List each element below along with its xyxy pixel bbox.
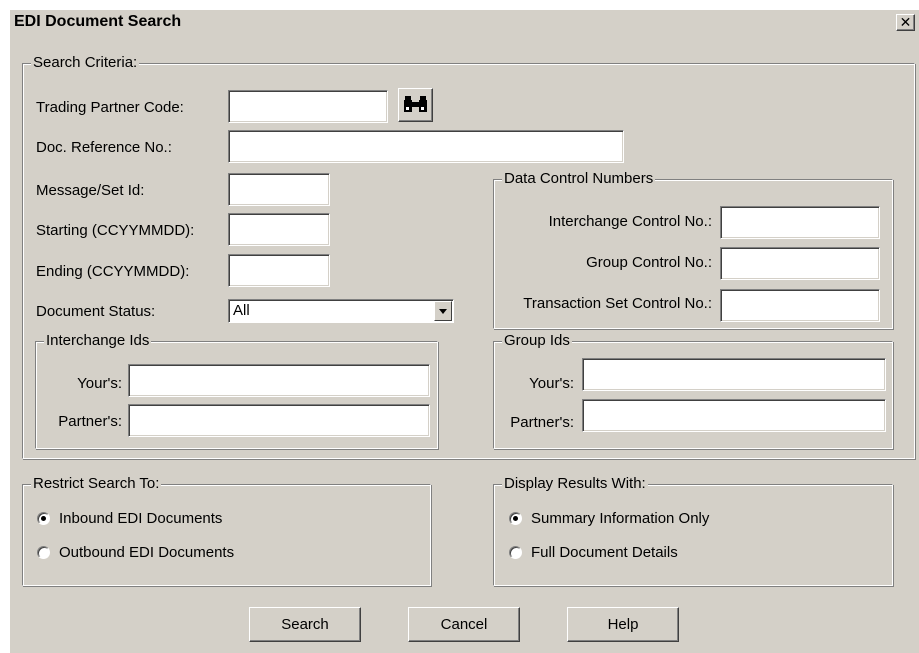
group-yours-label: Your's: [529,375,574,392]
trading-partner-code-input[interactable] [228,90,388,123]
summary-radio[interactable] [509,512,522,525]
ending-date-label: Ending (CCYYMMDD): [36,263,190,280]
doc-reference-no-label: Doc. Reference No.: [36,139,172,156]
inbound-radio[interactable] [37,512,50,525]
doc-reference-no-input[interactable] [228,130,624,163]
interchange-partners-label: Partner's: [58,413,122,430]
inbound-radio-label[interactable]: Inbound EDI Documents [59,509,222,529]
close-button[interactable]: ✕ [896,14,915,31]
outbound-radio-label[interactable]: Outbound EDI Documents [59,543,234,563]
binoculars-icon [404,96,427,112]
message-set-id-input[interactable] [228,173,330,206]
group-partners-label: Partner's: [510,414,574,431]
document-status-label: Document Status: [36,303,156,320]
group-yours-input[interactable] [582,358,886,391]
interchange-yours-label: Your's: [77,375,122,392]
document-status-select[interactable]: All [228,299,454,323]
interchange-partners-input[interactable] [128,404,430,437]
transaction-set-control-no-input[interactable] [720,289,880,322]
group-control-no-input[interactable] [720,247,880,280]
summary-radio-label[interactable]: Summary Information Only [531,509,709,529]
display-results-legend: Display Results With: [502,475,648,493]
interchange-ids-legend: Interchange Ids [44,332,152,350]
group-partners-input[interactable] [582,399,886,432]
interchange-control-no-label: Interchange Control No.: [548,213,712,230]
title-bar[interactable]: EDI Document Search ✕ [10,10,919,34]
edi-document-search-dialog: EDI Document Search ✕ Search Criteria: T… [10,10,919,653]
group-ids-legend: Group Ids [502,332,572,350]
trading-partner-code-label: Trading Partner Code: [36,99,184,116]
data-control-numbers-legend: Data Control Numbers [502,170,656,188]
ending-date-input[interactable] [228,254,330,287]
restrict-search-group: Restrict Search To: [22,475,431,586]
search-criteria-legend: Search Criteria: [31,54,140,72]
interchange-yours-input[interactable] [128,364,430,397]
group-control-no-label: Group Control No.: [586,254,712,271]
chevron-down-icon[interactable] [434,301,452,321]
full-details-radio-label[interactable]: Full Document Details [531,543,678,563]
window-title: EDI Document Search [14,13,182,30]
close-icon: ✕ [899,14,912,30]
transaction-set-control-no-label: Transaction Set Control No.: [523,295,712,312]
search-button[interactable]: Search [249,607,361,642]
document-status-value: All [233,302,250,319]
find-partner-button[interactable] [398,88,433,122]
cancel-button[interactable]: Cancel [408,607,520,642]
display-results-group: Display Results With: [493,475,893,586]
restrict-search-legend: Restrict Search To: [31,475,162,493]
interchange-control-no-input[interactable] [720,206,880,239]
full-details-radio[interactable] [509,546,522,559]
message-set-id-label: Message/Set Id: [36,182,145,199]
starting-date-label: Starting (CCYYMMDD): [36,222,195,239]
outbound-radio[interactable] [37,546,50,559]
help-button[interactable]: Help [567,607,679,642]
starting-date-input[interactable] [228,213,330,246]
